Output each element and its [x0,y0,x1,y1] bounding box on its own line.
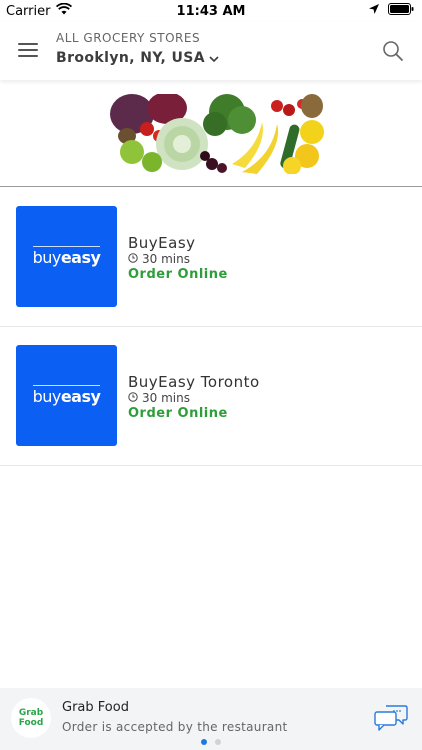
store-time: 30 mins [128,391,190,405]
store-time: 30 mins [128,252,190,266]
store-logo-text: buyeasy [32,385,101,406]
store-item-buyeasy[interactable]: buyeasy BuyEasy 30 mins Order Online [0,188,422,327]
clock-icon [128,391,138,405]
order-online-link[interactable]: Order Online [128,267,228,282]
order-status-title: Grab Food [62,700,129,715]
page-dot-1[interactable] [201,739,207,745]
clock-icon [128,252,138,266]
banner-divider [0,186,422,187]
store-name: BuyEasy [128,234,196,252]
app-screen: Carrier 11:43 AM ALL GROCERY STORES Broo… [0,0,422,750]
header-subtitle: ALL GROCERY STORES [56,31,201,45]
store-time-text: 30 mins [142,391,190,405]
order-status-message: Order is accepted by the restaurant [62,720,288,734]
store-item-buyeasy-toronto[interactable]: buyeasy BuyEasy Toronto 30 mins Order On… [0,327,422,466]
order-online-link[interactable]: Order Online [128,406,228,421]
page-dot-2[interactable] [215,739,221,745]
logo-text-easy: easy [60,387,101,406]
chat-icon[interactable] [374,703,408,737]
menu-icon[interactable] [18,43,38,59]
app-header: ALL GROCERY STORES Brooklyn, NY, USA [0,22,422,80]
logo-text-easy: easy [60,248,101,267]
grab-logo-line1: Grab [18,708,44,718]
store-time-text: 30 mins [142,252,190,266]
store-name: BuyEasy Toronto [128,373,260,391]
location-selector[interactable]: Brooklyn, NY, USA [56,48,219,67]
location-label: Brooklyn, NY, USA [56,49,206,66]
status-bar: Carrier 11:43 AM [0,0,422,22]
status-time: 11:43 AM [176,3,246,19]
store-logo: buyeasy [16,345,117,446]
chevron-down-icon [209,48,219,67]
order-status-bar[interactable]: Grab Food Grab Food Order is accepted by… [0,688,422,750]
logo-text-buy: buy [32,248,62,267]
store-logo-text: buyeasy [32,246,101,267]
search-icon[interactable] [382,40,404,66]
logo-text-buy: buy [32,387,62,406]
store-list: buyeasy BuyEasy 30 mins Order Online buy… [0,188,422,466]
grab-logo-line2: Food [18,718,44,728]
banner-image [107,94,329,174]
page-indicator [0,739,422,745]
grab-food-logo: Grab Food [11,698,51,738]
store-logo: buyeasy [16,206,117,307]
